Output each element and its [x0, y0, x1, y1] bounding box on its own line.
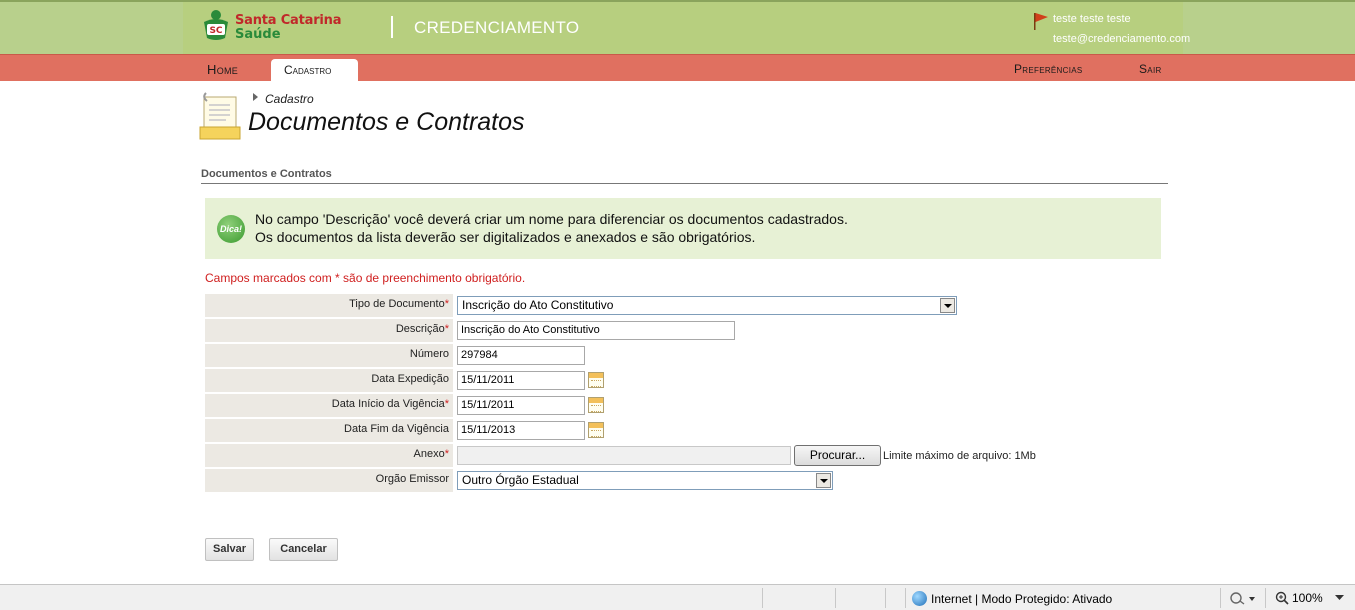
status-divider: [1265, 588, 1266, 608]
data-fim-input[interactable]: 15/11/2013: [457, 421, 585, 440]
orgao-emissor-value: Outro Órgão Estadual: [462, 473, 579, 487]
section-title: Documentos e Contratos: [201, 168, 332, 180]
tip-text-line2: Os documentos da lista deverão ser digit…: [255, 229, 756, 245]
status-divider: [885, 588, 886, 608]
label-anexo: Anexo*: [205, 444, 453, 467]
security-zone[interactable]: Internet | Modo Protegido: Ativado: [931, 592, 1112, 606]
row-data-inicio: Data Início da Vigência* 15/11/2011: [205, 394, 1158, 417]
row-numero: Número 297984: [205, 344, 1158, 367]
browse-button[interactable]: Procurar...: [794, 445, 881, 466]
row-descricao: Descrição* Inscrição do Ato Constitutivo: [205, 319, 1158, 342]
row-tipo-documento: Tipo de Documento* Inscrição do Ato Cons…: [205, 294, 1158, 317]
user-email: teste@credenciamento.com: [1053, 33, 1191, 45]
status-divider: [762, 588, 763, 608]
document-icon: [199, 92, 241, 140]
nav-cadastro[interactable]: Cadastro: [271, 59, 358, 83]
label-orgao-emissor: Orgão Emissor: [205, 469, 453, 492]
tip-text-line1: No campo 'Descrição' você deverá criar u…: [255, 211, 848, 227]
chevron-down-icon[interactable]: [816, 473, 831, 488]
logo[interactable]: SC Santa Catarina Saúde: [201, 8, 342, 44]
tip-box: Dica! No campo 'Descrição' você deverá c…: [205, 198, 1161, 259]
label-tipo-documento: Tipo de Documento*: [205, 294, 453, 317]
logo-text-secondary: Saúde: [235, 27, 281, 42]
logo-badge-icon: SC: [204, 10, 228, 40]
label-numero: Número: [205, 344, 453, 367]
user-name: teste teste teste: [1053, 13, 1131, 25]
row-anexo: Anexo* Procurar... Limite máximo de arqu…: [205, 444, 1158, 467]
chevron-down-icon[interactable]: [940, 298, 955, 313]
nav-cadastro-label: Cadastro: [284, 63, 332, 77]
zoom-level[interactable]: 100%: [1292, 591, 1323, 605]
header-divider: [391, 16, 393, 38]
main-content: Cadastro Documentos e Contratos Document…: [183, 81, 1183, 572]
calendar-icon[interactable]: [588, 422, 604, 438]
data-expedicao-input[interactable]: 15/11/2011: [457, 371, 585, 390]
label-data-inicio: Data Início da Vigência*: [205, 394, 453, 417]
numero-input[interactable]: 297984: [457, 346, 585, 365]
tipo-documento-select[interactable]: Inscrição do Ato Constitutivo: [457, 296, 957, 315]
required-note: Campos marcados com * são de preenchimen…: [205, 271, 526, 285]
tipo-documento-value: Inscrição do Ato Constitutivo: [462, 298, 614, 312]
logo-badge-text: SC: [209, 26, 222, 36]
status-divider: [835, 588, 836, 608]
descricao-input[interactable]: Inscrição do Ato Constitutivo: [457, 321, 735, 340]
zoom-icon[interactable]: [1275, 591, 1291, 605]
tip-icon: Dica!: [217, 215, 245, 243]
save-button[interactable]: Salvar: [205, 538, 254, 561]
logo-text-primary: Santa Catarina: [235, 13, 342, 28]
anexo-file-input[interactable]: [457, 446, 791, 465]
main-nav: Home Cadastro Preferências Sair: [0, 54, 1355, 83]
nav-preferencias[interactable]: Preferências: [1014, 62, 1083, 76]
data-inicio-input[interactable]: 15/11/2011: [457, 396, 585, 415]
page-title: Documentos e Contratos: [248, 108, 525, 136]
nav-sair[interactable]: Sair: [1139, 62, 1162, 76]
calendar-icon[interactable]: [588, 372, 604, 388]
row-data-expedicao: Data Expedição 15/11/2011: [205, 369, 1158, 392]
file-limit-note: Limite máximo de arquivo: 1Mb: [883, 450, 1036, 462]
cancel-button[interactable]: Cancelar: [269, 538, 338, 561]
globe-icon: [912, 591, 927, 606]
app-title: CREDENCIAMENTO: [414, 18, 580, 37]
section-divider: [201, 183, 1168, 184]
label-descricao: Descrição*: [205, 319, 453, 342]
nav-home[interactable]: Home: [207, 62, 238, 77]
browser-status-bar: Internet | Modo Protegido: Ativado 100%: [0, 584, 1355, 610]
calendar-icon[interactable]: [588, 397, 604, 413]
breadcrumb[interactable]: Cadastro: [265, 92, 314, 106]
row-orgao-emissor: Orgão Emissor Outro Órgão Estadual: [205, 469, 1158, 492]
top-header: SC Santa Catarina Saúde CREDENCIAMENTO t…: [0, 0, 1355, 54]
breadcrumb-arrow-icon: [253, 93, 258, 101]
protected-mode-icon[interactable]: [1230, 592, 1256, 605]
flag-icon: [1034, 13, 1048, 30]
chevron-down-icon[interactable]: [1335, 595, 1344, 601]
status-divider: [905, 588, 906, 608]
status-divider: [1220, 588, 1221, 608]
row-data-fim: Data Fim da Vigência 15/11/2013: [205, 419, 1158, 442]
label-data-fim: Data Fim da Vigência: [205, 419, 453, 442]
orgao-emissor-select[interactable]: Outro Órgão Estadual: [457, 471, 833, 490]
label-data-expedicao: Data Expedição: [205, 369, 453, 392]
header-inner: SC Santa Catarina Saúde CREDENCIAMENTO t…: [183, 2, 1190, 54]
